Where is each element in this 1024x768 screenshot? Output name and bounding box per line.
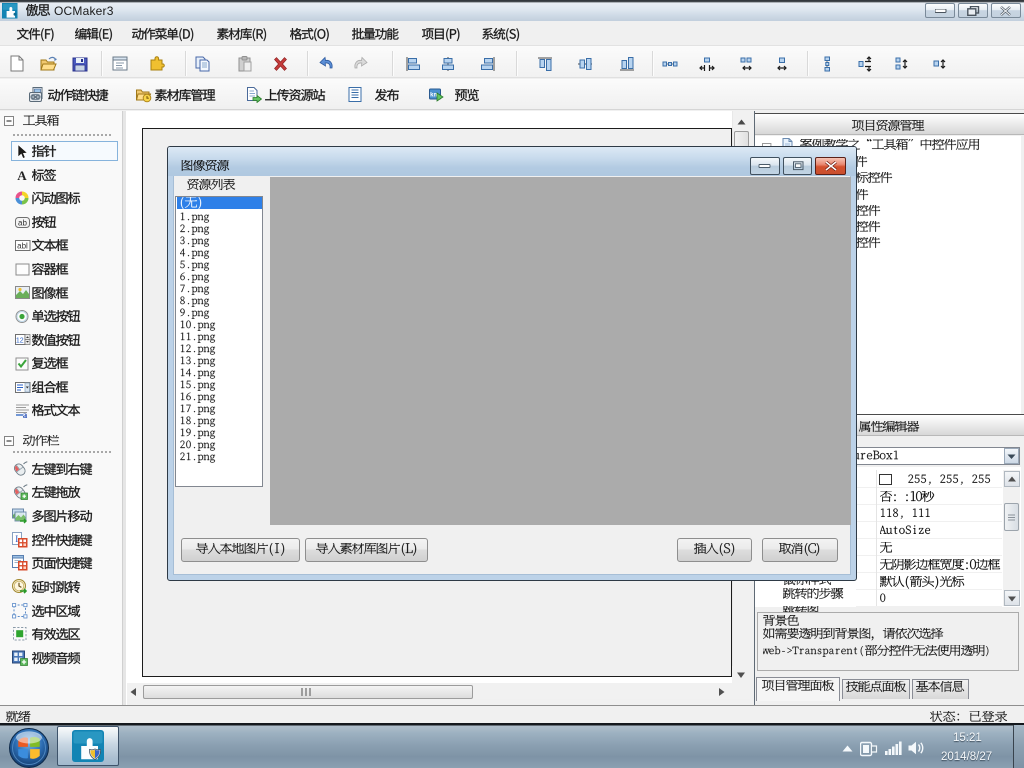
svg-text:I: I [15,533,18,543]
svg-text:12: 12 [15,338,23,345]
svg-text:ab: ab [18,218,27,227]
svg-text:abl: abl [17,242,28,251]
svg-text:a: a [22,410,27,419]
svg-text:A: A [17,168,27,183]
